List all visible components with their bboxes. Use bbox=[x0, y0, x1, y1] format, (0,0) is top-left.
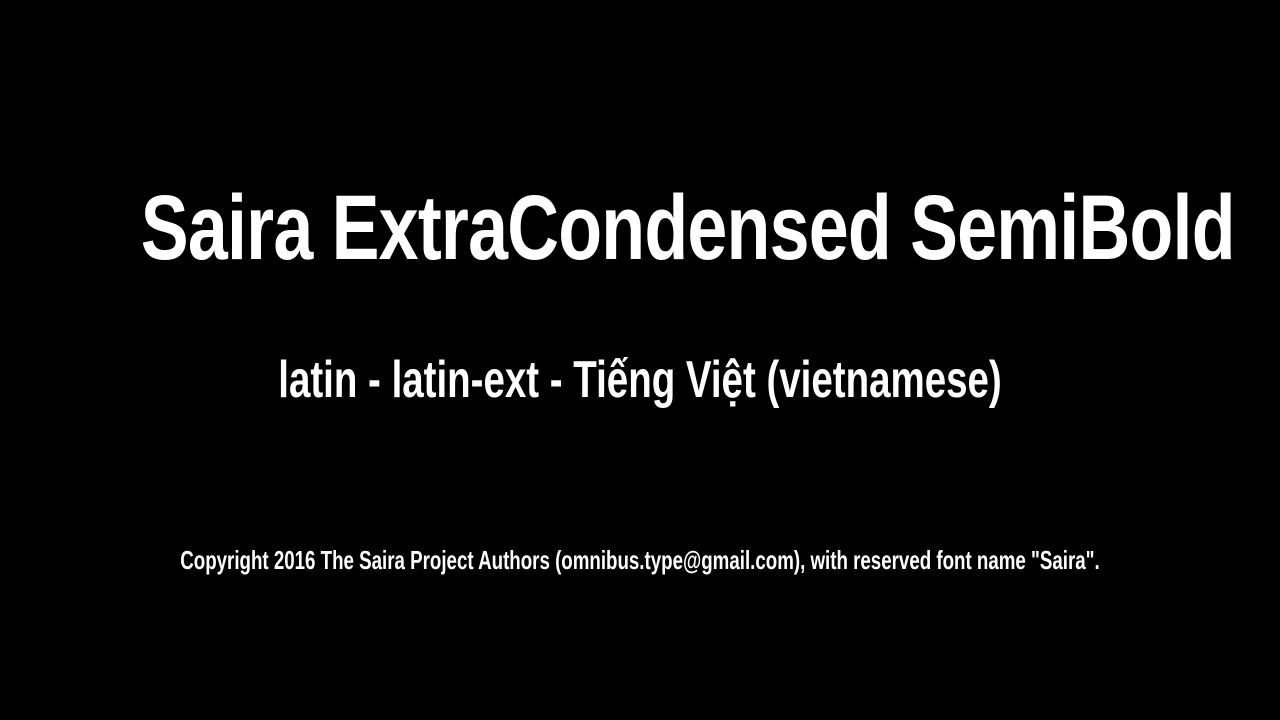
font-preview-canvas: Saira ExtraCondensed SemiBold latin - la… bbox=[0, 0, 1280, 720]
font-name-title: Saira ExtraCondensed SemiBold bbox=[140, 177, 1236, 279]
supported-subsets-text: latin - latin-ext - Tiếng Việt (vietname… bbox=[278, 351, 1002, 409]
copyright-notice: Copyright 2016 The Saira Project Authors… bbox=[180, 545, 1100, 575]
